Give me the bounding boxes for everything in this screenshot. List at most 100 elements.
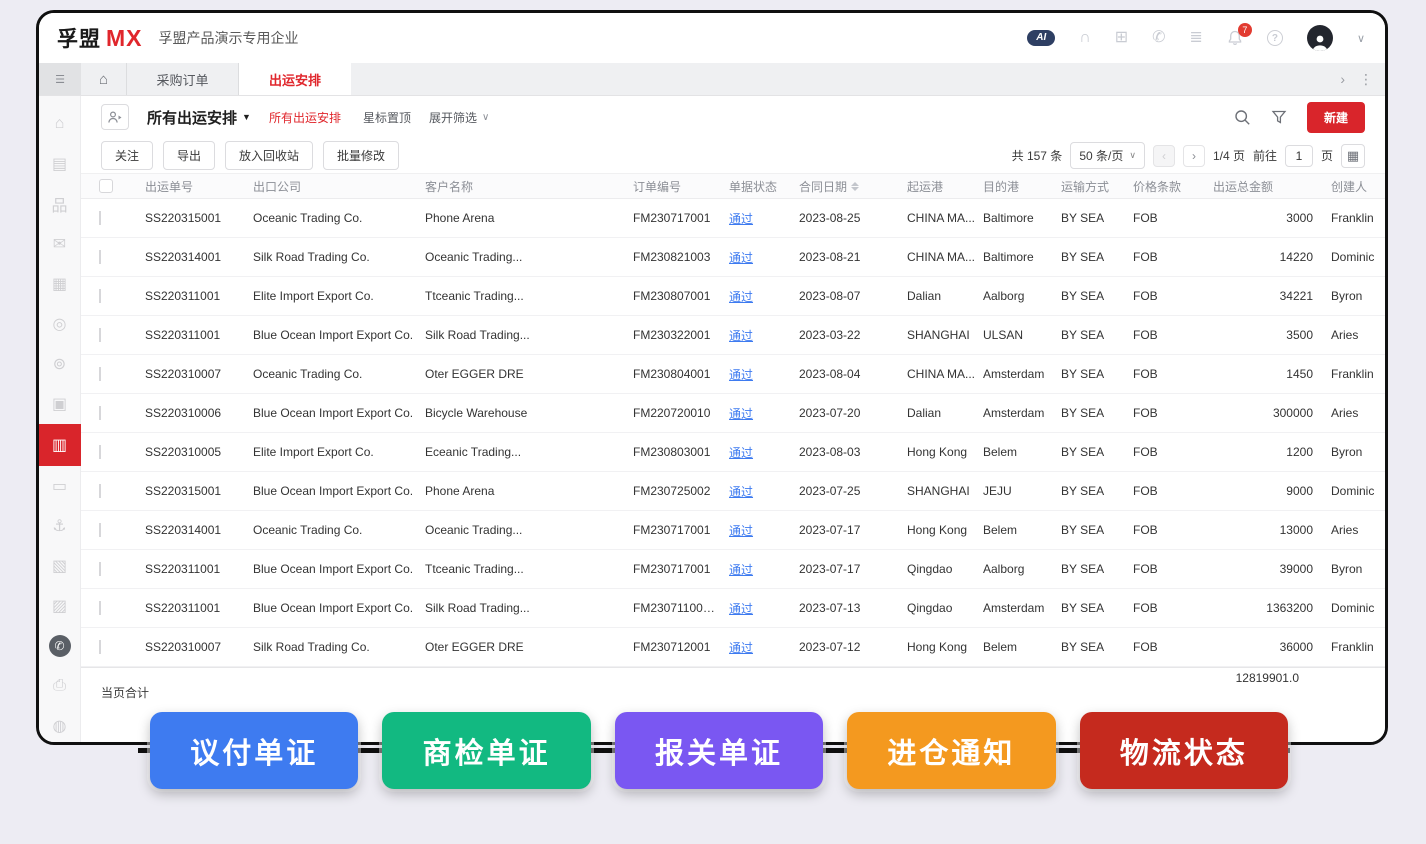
- feedback-icon[interactable]: ◍: [39, 706, 81, 742]
- status-link[interactable]: 通过: [729, 600, 799, 617]
- table-row[interactable]: SS220310005 Elite Import Export Co. Eceani…: [81, 433, 1385, 472]
- row-checkbox[interactable]: [99, 601, 101, 615]
- contacts-icon[interactable]: ▤: [39, 144, 81, 184]
- goto-page-input[interactable]: [1284, 144, 1313, 167]
- status-link[interactable]: 通过: [729, 639, 799, 656]
- cell-company: Blue Ocean Import Export Co.: [253, 562, 414, 576]
- filter-funnel-icon[interactable]: [1271, 109, 1287, 125]
- mail-icon[interactable]: ✉: [39, 224, 81, 264]
- row-checkbox[interactable]: [99, 445, 101, 459]
- printer-icon[interactable]: ⎙: [39, 666, 81, 706]
- cell-company: Oceanic Trading Co.: [253, 523, 363, 537]
- row-checkbox[interactable]: [99, 562, 101, 576]
- column-header-5[interactable]: 合同日期: [799, 178, 907, 195]
- page-size-select[interactable]: 50 条/页 ∨: [1070, 142, 1145, 169]
- table-row[interactable]: SS220314001 Silk Road Trading Co. Oceanic …: [81, 238, 1385, 277]
- action-button-0[interactable]: 关注: [101, 141, 154, 170]
- status-link[interactable]: 通过: [729, 561, 799, 578]
- status-link[interactable]: 通过: [729, 405, 799, 422]
- home-tab[interactable]: ⌂: [81, 63, 127, 95]
- view-title-dropdown[interactable]: 所有出运安排 ▼: [147, 107, 251, 128]
- status-link[interactable]: 通过: [729, 483, 799, 500]
- prev-page-button[interactable]: ‹: [1152, 144, 1175, 167]
- cell-from: Hong Kong: [907, 445, 968, 459]
- tab-active[interactable]: 出运安排: [239, 63, 351, 95]
- status-link[interactable]: 通过: [729, 249, 799, 266]
- hamburger-menu-icon[interactable]: ☰: [39, 63, 81, 95]
- action-button-1[interactable]: 导出: [163, 141, 216, 170]
- status-link[interactable]: 通过: [729, 444, 799, 461]
- expand-filter-toggle[interactable]: 展开筛选 ∨: [429, 109, 489, 126]
- folder-icon[interactable]: ▧: [39, 546, 81, 586]
- table-row[interactable]: SS220310007 Silk Road Trading Co. Oter EGG…: [81, 628, 1385, 667]
- row-checkbox[interactable]: [99, 211, 101, 225]
- table-row[interactable]: SS220311001 Blue Ocean Import Export Co. T…: [81, 550, 1385, 589]
- tab-scroll-right-icon[interactable]: ›: [1340, 71, 1345, 87]
- status-link[interactable]: 通过: [729, 327, 799, 344]
- table-row[interactable]: SS220315001 Oceanic Trading Co. Phone Aren…: [81, 199, 1385, 238]
- phone-icon[interactable]: ✆: [1152, 30, 1165, 46]
- avatar[interactable]: [1306, 25, 1333, 51]
- search-icon[interactable]: [1234, 109, 1251, 126]
- chevron-down-icon[interactable]: ∨: [1357, 32, 1365, 45]
- row-checkbox[interactable]: [99, 484, 101, 498]
- row-checkbox[interactable]: [99, 250, 101, 264]
- view-tab-0[interactable]: 所有出运安排: [269, 109, 341, 126]
- phone-contact-icon[interactable]: ✆: [39, 626, 81, 666]
- row-checkbox[interactable]: [99, 406, 101, 420]
- tab-options-kebab-icon[interactable]: ⋮: [1359, 71, 1373, 88]
- negotiation-docs-button[interactable]: 议付单证: [150, 712, 359, 789]
- table-row[interactable]: SS220314001 Oceanic Trading Co. Oceanic Tr…: [81, 511, 1385, 550]
- cell-date: 2023-07-12: [799, 640, 861, 654]
- anchor-icon[interactable]: ⚓: [39, 506, 81, 546]
- row-checkbox-cell: [99, 289, 145, 303]
- next-page-button[interactable]: ›: [1182, 144, 1205, 167]
- inspection-docs-button[interactable]: 商检单证: [382, 712, 591, 789]
- shipping-doc-icon[interactable]: ▥: [39, 424, 81, 466]
- warehouse-notice-button[interactable]: 进仓通知: [847, 712, 1056, 789]
- cell-from: Hong Kong: [907, 523, 968, 537]
- row-checkbox[interactable]: [99, 289, 101, 303]
- row-checkbox[interactable]: [99, 640, 101, 654]
- cell-terms: FOB: [1133, 523, 1158, 537]
- home-icon[interactable]: ⌂: [39, 104, 81, 144]
- view-owner-filter-button[interactable]: [101, 104, 129, 130]
- briefcase-icon[interactable]: ▣: [39, 384, 81, 424]
- customs-docs-button[interactable]: 报关单证: [614, 712, 824, 789]
- row-checkbox[interactable]: [99, 367, 101, 381]
- sort-icon[interactable]: [851, 181, 860, 191]
- logistics-status-button[interactable]: 物流状态: [1079, 712, 1289, 789]
- location-icon[interactable]: ⊚: [39, 344, 81, 384]
- row-checkbox[interactable]: [99, 328, 101, 342]
- action-button-2[interactable]: 放入回收站: [225, 141, 314, 170]
- table-row[interactable]: SS220311001 Blue Ocean Import Export Co. S…: [81, 589, 1385, 628]
- create-new-button[interactable]: 新建: [1306, 101, 1365, 133]
- status-link[interactable]: 通过: [729, 522, 799, 539]
- column-settings-icon[interactable]: ▦: [1341, 143, 1365, 168]
- status-link[interactable]: 通过: [729, 288, 799, 305]
- company-icon[interactable]: ▦: [39, 264, 81, 304]
- tasks-icon[interactable]: ≣: [1190, 30, 1203, 46]
- action-button-3[interactable]: 批量修改: [323, 141, 400, 170]
- report-icon[interactable]: ▨: [39, 586, 81, 626]
- table-row[interactable]: SS220311001 Elite Import Export Co. Ttcean…: [81, 277, 1385, 316]
- status-link[interactable]: 通过: [729, 210, 799, 227]
- apps-grid-icon[interactable]: ⊞: [1115, 30, 1128, 46]
- table-row[interactable]: SS220310007 Oceanic Trading Co. Oter EGGER…: [81, 355, 1385, 394]
- tab-list: 采购订单 出运安排: [127, 63, 351, 95]
- headset-icon[interactable]: ∩: [1079, 30, 1091, 46]
- help-icon[interactable]: ?: [1266, 30, 1283, 46]
- select-all-checkbox[interactable]: [99, 179, 113, 193]
- view-tab-1[interactable]: 星标置顶: [363, 109, 411, 126]
- wallet-icon[interactable]: ▭: [39, 466, 81, 506]
- status-link[interactable]: 通过: [729, 366, 799, 383]
- row-checkbox[interactable]: [99, 523, 101, 537]
- tab-0[interactable]: 采购订单: [127, 63, 239, 95]
- table-row[interactable]: SS220315001 Blue Ocean Import Export Co. P…: [81, 472, 1385, 511]
- table-row[interactable]: SS220311001 Blue Ocean Import Export Co. S…: [81, 316, 1385, 355]
- org-structure-icon[interactable]: 品: [39, 184, 81, 224]
- compass-icon[interactable]: ◎: [39, 304, 81, 344]
- bell-icon[interactable]: 7: [1227, 23, 1252, 46]
- table-row[interactable]: SS220310006 Blue Ocean Import Export Co. B…: [81, 394, 1385, 433]
- ai-assistant-badge[interactable]: AI: [1027, 30, 1056, 46]
